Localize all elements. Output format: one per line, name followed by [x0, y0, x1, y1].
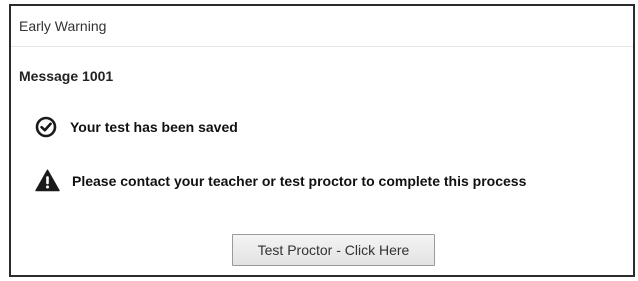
warning-status-text: Please contact your teacher or test proc… — [72, 172, 527, 189]
early-warning-dialog: Early Warning Message 1001 Your test has… — [9, 4, 635, 277]
saved-status-text: Your test has been saved — [70, 119, 238, 135]
warning-triangle-icon — [35, 169, 60, 192]
dialog-title: Early Warning — [19, 18, 107, 34]
message-id: Message 1001 — [19, 68, 114, 84]
check-circle-icon — [35, 116, 57, 138]
saved-status: Your test has been saved — [35, 116, 238, 138]
dialog-header: Early Warning — [11, 6, 633, 47]
test-proctor-button[interactable]: Test Proctor - Click Here — [232, 234, 435, 266]
warning-status: Please contact your teacher or test proc… — [35, 169, 526, 192]
